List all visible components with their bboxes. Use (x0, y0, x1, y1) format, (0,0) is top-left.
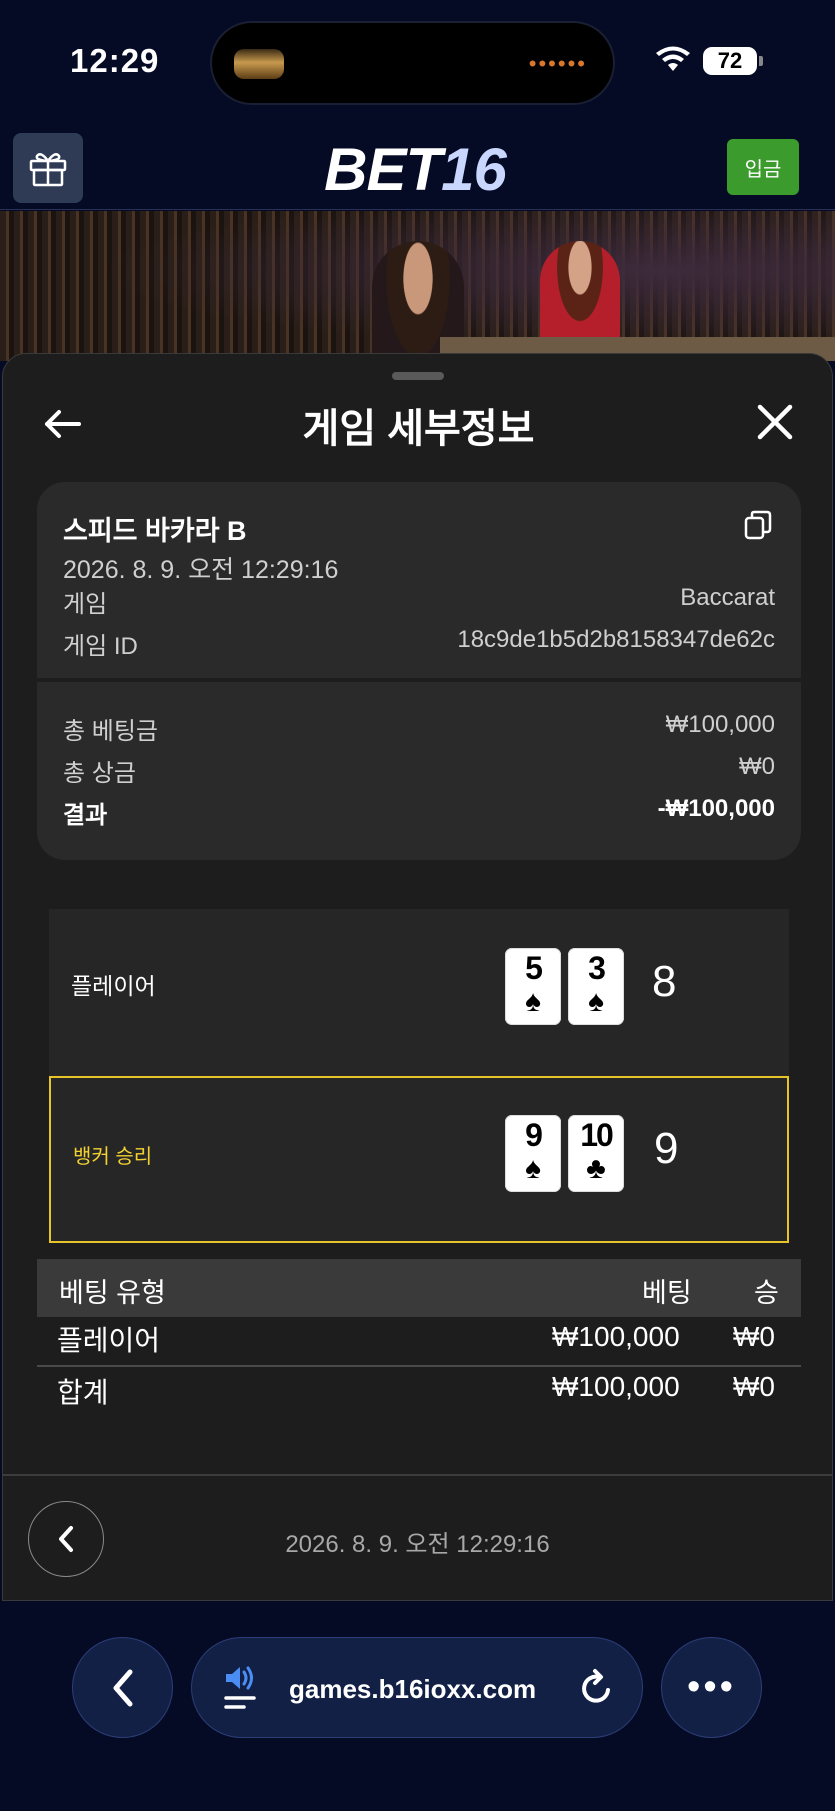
playing-card: 9 ♠ (505, 1115, 561, 1192)
player-hand-score: 8 (652, 957, 677, 1006)
activity-dots-icon: •••••• (528, 51, 587, 76)
live-video-stream[interactable] (0, 211, 835, 361)
gift-button[interactable] (13, 133, 83, 203)
spade-icon: ♠ (588, 985, 604, 1018)
game-name: 스피드 바카라 B (63, 516, 247, 546)
address-bar[interactable]: games.b16ioxx.com (191, 1637, 643, 1738)
total-bet-label: 총 베팅금 (63, 718, 158, 745)
table-total-row: 합계 ₩100,000 ₩0 (37, 1365, 801, 1409)
status-bar: 12:29 •••••• 72 (0, 0, 835, 125)
card-rank: 5 (525, 950, 543, 986)
sheet-title: 게임 세부정보 (302, 407, 535, 451)
game-datetime: 2026. 8. 9. 오전 12:29:16 (63, 556, 339, 584)
battery-indicator: 72 (703, 47, 763, 75)
bet-type-cell: 플레이어 (57, 1325, 161, 1356)
app-header: BET16 입금 (0, 125, 835, 210)
playing-card: 5 ♠ (505, 948, 561, 1025)
header-bet-amount: 베팅 (642, 1278, 692, 1308)
logo-text-part2: 16 (441, 136, 507, 203)
card-divider (37, 678, 801, 682)
reload-icon[interactable] (577, 1668, 617, 1708)
game-type-label: 게임 (63, 591, 108, 618)
game-details-sheet: 게임 세부정보 스피드 바카라 B 2026. 8. 9. 오전 12:29:1… (2, 353, 833, 1601)
table-row: 플레이어 ₩100,000 ₩0 (37, 1317, 801, 1361)
player-hand: 플레이어 5 ♠ 3 ♠ 8 (49, 909, 789, 1076)
total-win-value: ₩0 (739, 753, 775, 780)
game-info-card: 스피드 바카라 B 2026. 8. 9. 오전 12:29:16 게임 Bac… (37, 482, 801, 860)
card-rank: 10 (580, 1117, 614, 1153)
drag-handle[interactable] (392, 372, 444, 380)
more-options-button[interactable]: ••• (661, 1637, 762, 1738)
total-label-cell: 합계 (57, 1377, 109, 1408)
result-value: -₩100,000 (657, 795, 775, 822)
game-type-value: Baccarat (680, 584, 775, 611)
copy-icon[interactable] (743, 509, 773, 541)
card-rank: 3 (588, 950, 606, 986)
footer-datetime: 2026. 8. 9. 오전 12:29:16 (285, 1531, 550, 1558)
result-label: 결과 (63, 802, 108, 829)
header-win: 승 (754, 1278, 779, 1308)
gift-icon (29, 153, 67, 187)
chevron-left-icon (113, 1669, 132, 1706)
win-amount-cell: ₩0 (733, 1321, 775, 1352)
sheet-footer: 2026. 8. 9. 오전 12:29:16 (3, 1474, 832, 1601)
dynamic-island: •••••• (210, 21, 615, 105)
bet-amount-cell: ₩100,000 (552, 1321, 680, 1352)
game-id-label: 게임 ID (63, 633, 138, 660)
close-icon[interactable] (755, 402, 795, 442)
card-rank: 9 (525, 1117, 543, 1153)
browser-toolbar: games.b16ioxx.com ••• (0, 1601, 835, 1811)
header-bet-type: 베팅 유형 (59, 1278, 166, 1308)
playing-card: 3 ♠ (568, 948, 624, 1025)
banker-hand-label: 뱅커 승리 (73, 1146, 153, 1168)
status-time: 12:29 (70, 42, 160, 79)
browser-back-button[interactable] (72, 1637, 173, 1738)
logo-text-part1: BET (324, 136, 442, 203)
banker-hand-score: 9 (654, 1124, 679, 1173)
total-bet-value: ₩100,000 (665, 711, 775, 738)
spade-icon: ♠ (525, 985, 541, 1018)
total-win-cell: ₩0 (733, 1371, 775, 1402)
bets-table-header: 베팅 유형 베팅 승 (37, 1259, 801, 1317)
deposit-button[interactable]: 입금 (727, 139, 799, 195)
total-bet-cell: ₩100,000 (552, 1371, 680, 1402)
speaker-audio-icon[interactable] (222, 1662, 266, 1714)
banker-hand: 뱅커 승리 9 ♠ 10 ♣ 9 (49, 1076, 789, 1243)
club-icon: ♣ (586, 1152, 606, 1185)
bet16-logo[interactable]: BET16 (300, 135, 530, 204)
ellipsis-icon: ••• (687, 1666, 736, 1708)
wifi-icon (656, 46, 690, 71)
player-hand-label: 플레이어 (71, 973, 156, 999)
game-id-value: 18c9de1b5d2b8158347de62c (457, 626, 775, 653)
playing-card: 10 ♣ (568, 1115, 624, 1192)
url-text: games.b16ioxx.com (289, 1674, 537, 1704)
total-win-label: 총 상금 (63, 760, 136, 787)
spade-icon: ♠ (525, 1152, 541, 1185)
live-activity-thumbnail (234, 49, 284, 79)
